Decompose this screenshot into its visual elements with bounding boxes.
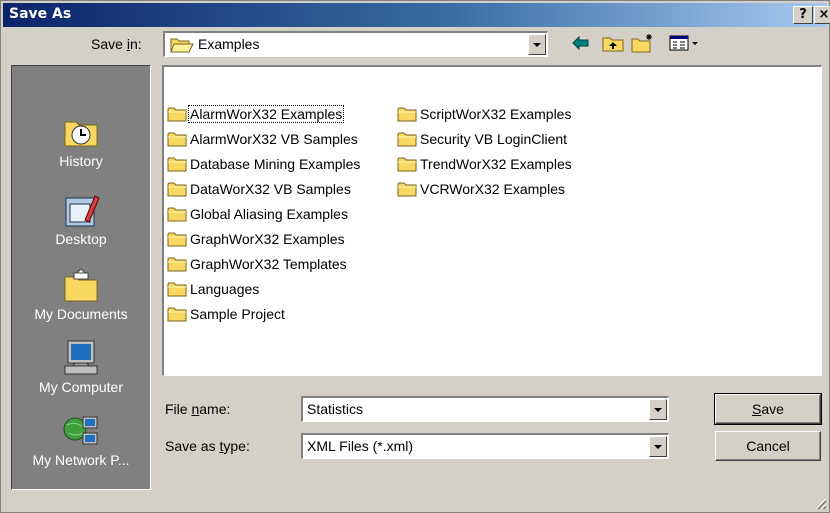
places-bar: History Desktop My Documents My Computer… [11, 65, 151, 490]
folder-icon [397, 156, 417, 172]
new-folder-icon [631, 34, 652, 53]
save-as-type-value: XML Files (*.xml) [307, 438, 414, 454]
folder-icon [167, 131, 187, 147]
open-folder-icon [170, 38, 194, 53]
save-as-type-dropdown[interactable]: XML Files (*.xml) [301, 433, 669, 459]
up-folder-icon [602, 37, 624, 52]
folder-icon [167, 281, 187, 297]
folder-icon [397, 106, 417, 122]
folder-item[interactable]: Security VB LoginClient [397, 128, 568, 150]
my-computer-icon [64, 340, 98, 375]
save-in-label: Save in: [91, 36, 142, 52]
resize-grip[interactable] [814, 497, 826, 509]
folder-icon [397, 181, 417, 197]
create-new-folder-button[interactable] [629, 31, 657, 55]
file-list[interactable]: AlarmWorX32 Examples AlarmWorX32 VB Samp… [162, 65, 822, 376]
window-title: Save As [9, 6, 72, 22]
back-arrow-icon [572, 36, 589, 50]
cancel-button[interactable]: Cancel [715, 431, 821, 461]
folder-item[interactable]: GraphWorX32 Examples [167, 228, 346, 250]
folder-icon [167, 306, 187, 322]
folder-icon [167, 156, 187, 172]
save-in-dropdown[interactable]: Examples [163, 31, 548, 57]
desktop-icon [65, 195, 100, 227]
place-label: History [59, 153, 103, 169]
file-name-label: File name: [165, 401, 231, 417]
up-one-level-button[interactable] [599, 31, 627, 55]
folder-item[interactable]: Global Aliasing Examples [167, 203, 349, 225]
save-as-type-label: Save as type: [165, 438, 250, 454]
place-label: Desktop [55, 231, 107, 247]
save-button[interactable]: Save [714, 393, 822, 425]
file-name-value[interactable]: Statistics [307, 401, 363, 417]
folder-icon [167, 256, 187, 272]
folder-item[interactable]: TrendWorX32 Examples [397, 153, 573, 175]
view-menu-button[interactable] [665, 31, 705, 55]
save-in-value: Examples [198, 36, 260, 52]
folder-item[interactable]: VCRWorX32 Examples [397, 178, 566, 200]
place-my-network-places[interactable]: My Network P... [12, 411, 150, 468]
folder-item[interactable]: AlarmWorX32 VB Samples [167, 128, 359, 150]
folder-icon [167, 231, 187, 247]
save-as-dialog: Save As ? × Save in: Examples History De… [0, 0, 830, 513]
save-as-type-dropdown-arrow[interactable] [649, 436, 667, 457]
save-in-dropdown-arrow[interactable] [528, 34, 546, 55]
file-name-field[interactable]: Statistics [301, 396, 669, 422]
help-button[interactable]: ? [793, 6, 813, 24]
back-button[interactable] [567, 31, 595, 55]
place-label: My Network P... [32, 452, 130, 468]
place-my-computer[interactable]: My Computer [12, 338, 150, 395]
view-menu-icon [669, 35, 698, 51]
place-history[interactable]: History [12, 112, 150, 169]
file-name-dropdown-arrow[interactable] [649, 399, 667, 420]
folder-icon [397, 131, 417, 147]
my-network-places-icon [63, 416, 98, 445]
folder-item[interactable]: ScriptWorX32 Examples [397, 103, 572, 125]
close-button[interactable]: × [814, 6, 830, 24]
folder-item[interactable]: AlarmWorX32 Examples [167, 103, 345, 125]
folder-icon [167, 206, 187, 222]
folder-item[interactable]: Sample Project [167, 303, 286, 325]
folder-item[interactable]: DataWorX32 VB Samples [167, 178, 352, 200]
folder-item[interactable]: Database Mining Examples [167, 153, 361, 175]
folder-icon [167, 181, 187, 197]
place-desktop[interactable]: Desktop [12, 190, 150, 247]
history-icon [64, 121, 98, 147]
title-bar[interactable]: Save As ? × [3, 3, 830, 27]
place-my-documents[interactable]: My Documents [12, 265, 150, 322]
place-label: My Documents [34, 306, 128, 322]
folder-item[interactable]: GraphWorX32 Templates [167, 253, 348, 275]
folder-icon [167, 106, 187, 122]
place-label: My Computer [38, 379, 124, 395]
folder-item[interactable]: Languages [167, 278, 260, 300]
my-documents-icon [64, 268, 98, 302]
